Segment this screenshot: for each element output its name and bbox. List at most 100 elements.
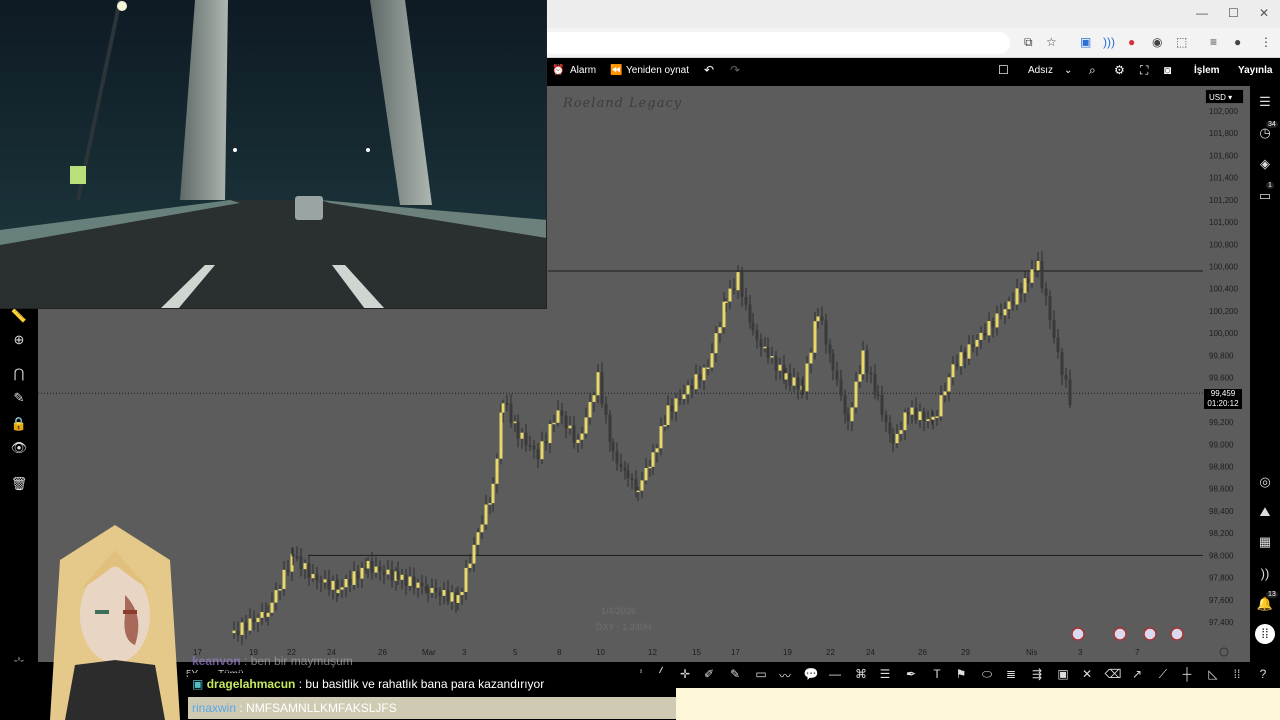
camera-icon[interactable]: ◙ [1164,63,1171,77]
install-app-icon[interactable]: ⧉ [1024,35,1033,50]
replay-icon[interactable]: ⏪ [610,65,622,76]
arrow-line-icon[interactable]: ⟋ [1154,667,1172,683]
pencil-lock-icon[interactable]: ✎ [9,388,29,408]
candle-body [548,423,552,444]
eraser-pen-icon[interactable]: ✒ [902,667,920,683]
trash-icon[interactable]: 🗑 [9,474,29,494]
cross-line-icon[interactable]: ┼ [1178,667,1196,683]
ray-icon[interactable]: ↗ [1128,667,1146,683]
text-icon[interactable]: T [928,667,946,683]
chevron-down-icon[interactable]: ⌄ [1064,65,1072,76]
price-axis-label: 101,200 [1209,196,1238,205]
extensions-puzzle-icon[interactable]: ⬚ [1176,35,1187,49]
candle-body [286,569,290,572]
currency-select[interactable]: USD ▾ [1205,89,1244,104]
candle-body [1011,301,1015,305]
magnet-icon[interactable]: ⋂ [9,364,29,384]
measure-icon[interactable]: ◺ [1204,667,1222,683]
bookmark-star-icon[interactable]: ☆ [1046,35,1057,49]
apps-grid-icon[interactable]: ⁞⁞ [1255,624,1275,644]
chat-icon[interactable]: ▭ [1255,186,1275,206]
rectangle-icon[interactable]: ▭ [752,667,770,683]
layout-name[interactable]: Adsız [1028,65,1053,76]
layers-icon[interactable]: ◈ [1255,154,1275,174]
redo-icon[interactable]: ↷ [730,63,740,77]
path-icon[interactable]: 〰 [776,667,794,683]
calendar-icon[interactable]: ▦ [1255,532,1275,552]
position-icon[interactable]: ⇶ [1028,667,1046,683]
replay-button[interactable]: Yeniden oynat [626,65,689,76]
crosshair-icon[interactable]: ✛ [676,667,694,683]
undo-icon[interactable]: ↶ [704,63,714,77]
extension-red-icon[interactable]: ● [1128,35,1135,49]
candle-body [450,592,454,602]
candle-body [903,412,907,431]
minimize-icon[interactable]: — [1196,6,1208,20]
candle-body [446,590,450,602]
candle-body [939,395,943,417]
pen-icon[interactable]: ✎ [726,667,744,683]
profile-avatar-icon[interactable]: ● [1234,35,1241,49]
price-axis-label: 101,600 [1209,151,1238,160]
extension-icon[interactable]: ▣ [1080,35,1091,49]
watchlist-icon[interactable]: ☰ [1255,92,1275,112]
chat-username: keanvon [192,654,241,668]
image-icon[interactable]: ▣ [1054,667,1072,683]
candle-body [748,304,752,323]
publish-button[interactable]: Yayınla [1238,65,1272,76]
ruler-icon[interactable]: 📏 [9,306,29,326]
browser-menu-icon[interactable]: ⋮ [1260,35,1272,49]
horizontal-line-icon[interactable]: — [826,667,844,683]
gann-icon[interactable]: ≣ [1002,667,1020,683]
candle-body [895,433,899,444]
pattern-icon[interactable]: ⌘ [852,667,870,683]
extension-incognito-icon[interactable]: ◉ [1152,35,1162,49]
candle-body [788,373,792,386]
lock-icon[interactable]: 🔒 [9,414,29,434]
target-icon[interactable]: ◎ [1255,472,1275,492]
candle-body [869,372,873,375]
callout-icon[interactable]: 💬 [802,667,820,683]
candle-body [755,330,759,340]
candle-body [947,377,951,392]
settings-gear-icon[interactable]: ⚙ [1114,63,1125,77]
flag-icon[interactable]: ⚑ [952,667,970,683]
eraser-icon[interactable]: ⌫ [1104,667,1122,683]
address-input[interactable] [540,32,1010,54]
layout-square-icon[interactable]: ☐ [998,63,1009,77]
extension-wave-icon[interactable]: ))) [1103,35,1115,49]
price-axis-label: 97,600 [1209,596,1234,605]
candle-body [854,381,858,408]
ideas-icon[interactable]: ⛰ [1255,502,1275,522]
quick-search-icon[interactable]: ⌕ [1089,63,1096,78]
zoom-in-icon[interactable]: ⊕ [9,330,29,350]
candle-body [1060,352,1064,376]
maximize-icon[interactable]: ☐ [1228,6,1239,20]
candle-body [303,563,307,570]
alarm-button[interactable]: Alarm [570,65,596,76]
candle-body [556,410,560,423]
fullscreen-icon[interactable]: ⛶ [1140,63,1148,78]
more-tools-icon[interactable]: ⁞⁞ [1228,667,1246,683]
help-icon[interactable]: ? [1254,667,1272,683]
candle-body [295,556,299,558]
shape-icon[interactable]: ⬭ [978,667,996,683]
brush-icon[interactable]: ✐ [700,667,718,683]
candle-body [626,470,630,478]
price-axis-label: 97,800 [1209,574,1234,583]
candle-body [1023,278,1027,294]
eye-icon[interactable]: 👁 [9,438,29,458]
candle-body [766,346,770,358]
alarm-icon[interactable]: ⏰ [552,65,564,76]
fib-icon[interactable]: ☰ [876,667,894,683]
faint-symbol-label: DXY · 1 240H [596,622,652,632]
chat-sep: : [295,677,306,691]
media-controls-icon[interactable]: ≡ [1210,35,1217,49]
candle-body [278,588,282,591]
stream-icon[interactable]: )) [1255,564,1275,584]
xabcd-icon[interactable]: ✕ [1078,667,1096,683]
close-icon[interactable]: ✕ [1259,6,1269,20]
trade-button[interactable]: İşlem [1194,65,1220,76]
candle-body [568,425,572,429]
candle-body [491,483,495,504]
